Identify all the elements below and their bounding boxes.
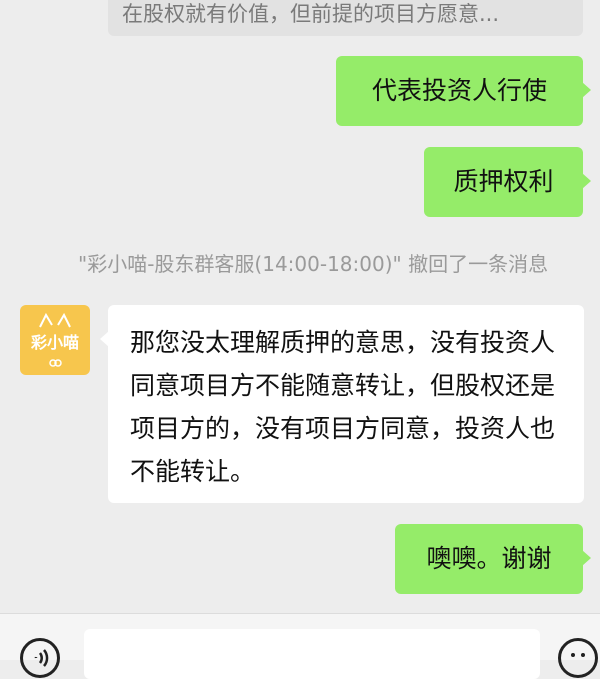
recall-notice: "彩小喵-股东群客服(14:00-18:00)" 撤回了一条消息 xyxy=(78,252,549,276)
smile-face-icon xyxy=(571,653,585,657)
outgoing-message-1[interactable]: 代表投资人行使 xyxy=(336,56,591,126)
incoming-message-1[interactable]: 那您没太理解质押的意思，没有投资人同意项目方不能随意转让，但股权还是项目方的，没… xyxy=(100,305,584,503)
quoted-message-preview[interactable]: 在股权就有价值，但前提的项目方愿意... xyxy=(108,0,583,36)
message-input-bar xyxy=(0,613,600,679)
contact-avatar[interactable]: 彩小喵 xyxy=(20,305,90,375)
emoji-icon[interactable] xyxy=(558,638,598,678)
voice-icon[interactable] xyxy=(20,638,60,678)
outgoing-message-3[interactable]: 噢噢。谢谢 xyxy=(395,524,591,594)
message-input[interactable] xyxy=(84,629,540,679)
voice-wave-icon xyxy=(34,649,49,667)
outgoing-message-2[interactable]: 质押权利 xyxy=(424,147,591,217)
avatar-brand-text: 彩小喵 xyxy=(30,333,79,352)
